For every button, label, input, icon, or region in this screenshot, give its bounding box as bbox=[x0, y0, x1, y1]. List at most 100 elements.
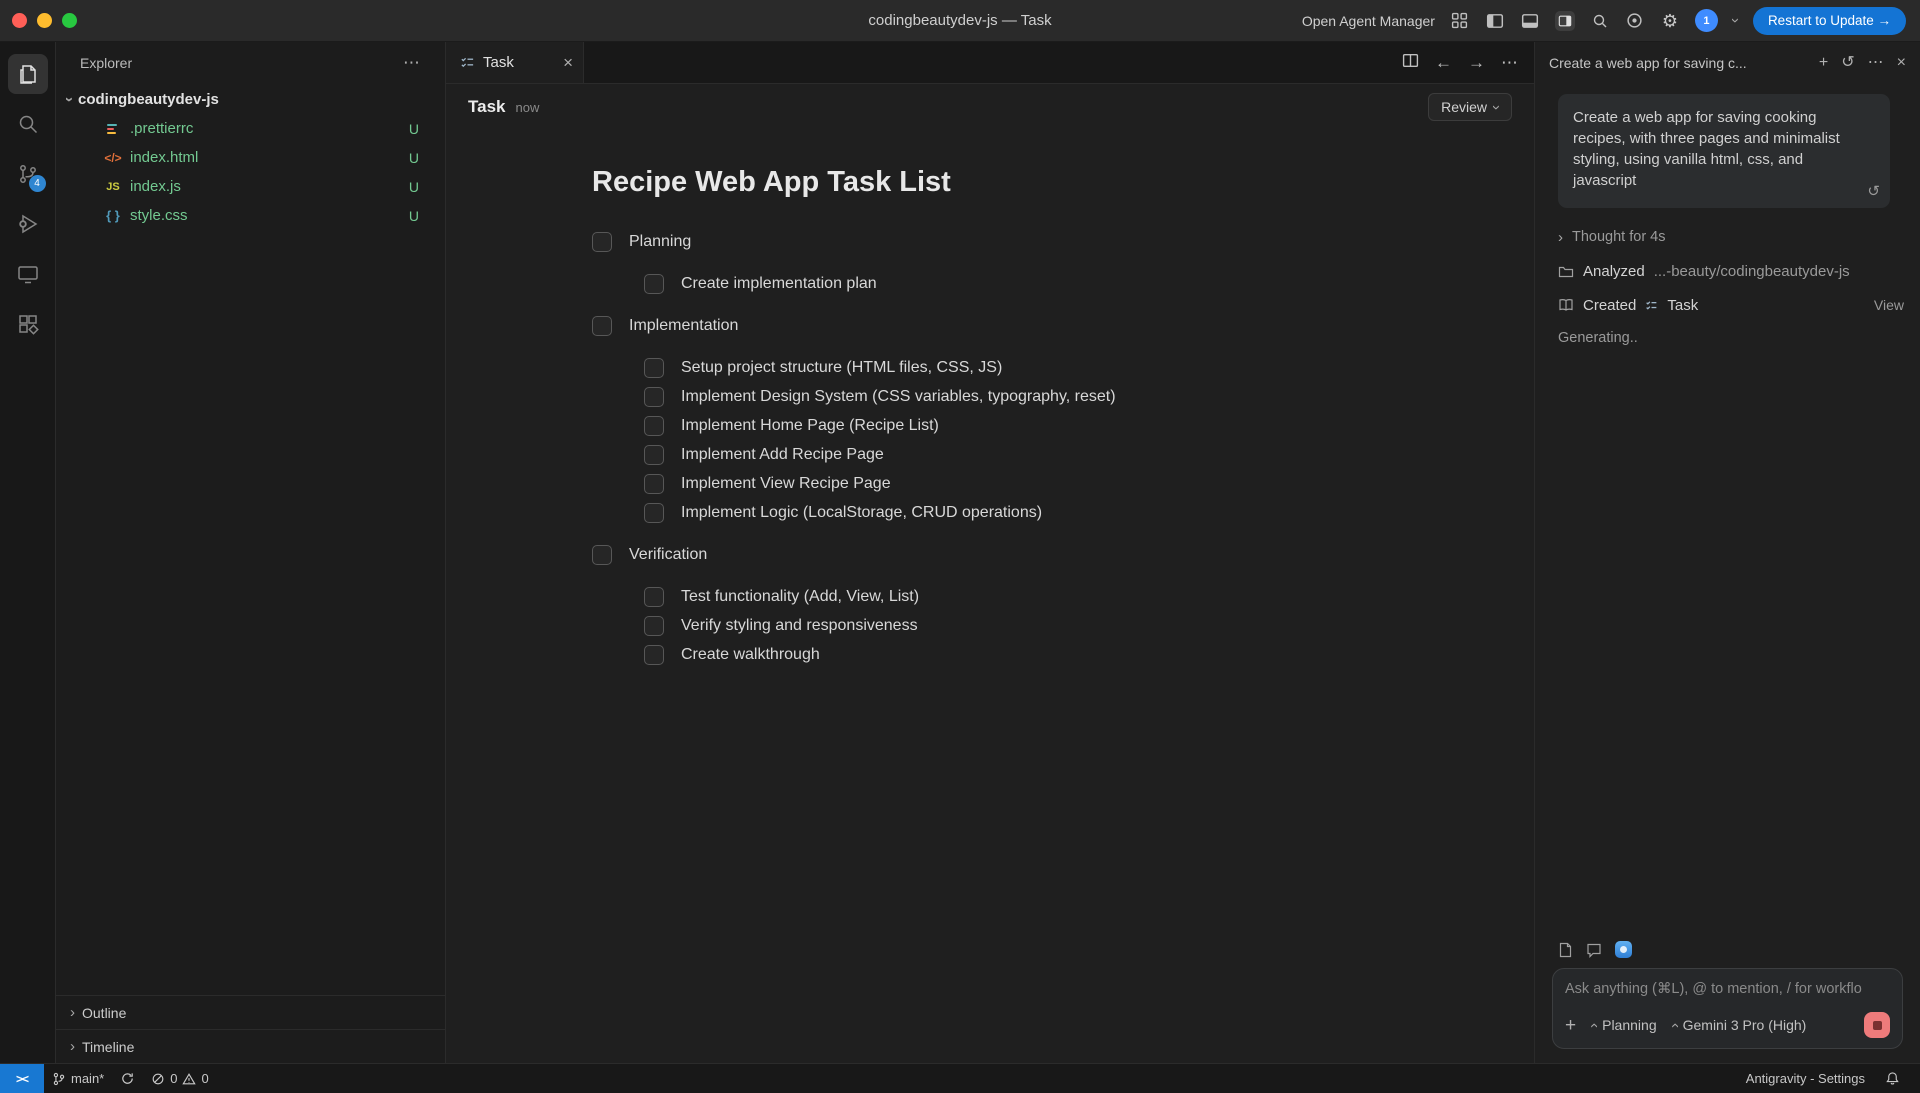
toggle-left-sidebar-icon[interactable] bbox=[1485, 11, 1505, 31]
tree-root-folder[interactable]: › codingbeautydev-js bbox=[56, 84, 445, 114]
analyzed-row[interactable]: Analyzed ...-beauty/codingbeautydev-js bbox=[1535, 256, 1920, 286]
antigravity-settings-item[interactable]: Antigravity - Settings bbox=[1738, 1071, 1873, 1086]
checkbox[interactable] bbox=[592, 545, 612, 565]
checkbox[interactable] bbox=[644, 645, 664, 665]
account-chevron-down-icon[interactable]: › bbox=[1728, 18, 1743, 23]
file-row[interactable]: </> index.html U bbox=[56, 143, 445, 172]
review-button[interactable]: Review › bbox=[1428, 93, 1512, 121]
main-area: 4 Explorer bbox=[0, 42, 1920, 1063]
model-label: Gemini 3 Pro (High) bbox=[1683, 1017, 1807, 1033]
file-row[interactable]: { } style.css U bbox=[56, 201, 445, 230]
remote-explorer-icon[interactable] bbox=[8, 254, 48, 294]
open-agent-manager-button[interactable]: Open Agent Manager bbox=[1302, 13, 1435, 29]
git-branch-item[interactable]: main* bbox=[44, 1064, 112, 1093]
checkbox[interactable] bbox=[644, 387, 664, 407]
activity-bar: 4 bbox=[0, 42, 56, 1063]
source-control-icon[interactable]: 4 bbox=[8, 154, 48, 194]
remote-indicator-icon[interactable]: >< bbox=[0, 1064, 44, 1093]
checkbox[interactable] bbox=[644, 445, 664, 465]
file-tree: › codingbeautydev-js .prettierrc U bbox=[56, 84, 445, 995]
checkbox[interactable] bbox=[592, 316, 612, 336]
account-avatar[interactable]: 1 bbox=[1695, 9, 1718, 32]
search-sidebar-icon[interactable] bbox=[8, 104, 48, 144]
split-editor-icon[interactable] bbox=[1402, 52, 1419, 74]
file-row[interactable]: .prettierrc U bbox=[56, 114, 445, 143]
checkbox[interactable] bbox=[644, 587, 664, 607]
copilot-icon[interactable] bbox=[1625, 11, 1645, 31]
file-name: index.js bbox=[130, 178, 181, 195]
problems-item[interactable]: 0 0 bbox=[143, 1064, 216, 1093]
close-panel-icon[interactable]: × bbox=[1897, 55, 1906, 71]
checkbox[interactable] bbox=[644, 503, 664, 523]
sync-item[interactable] bbox=[112, 1064, 143, 1093]
minimize-window-button[interactable] bbox=[37, 13, 52, 28]
checkbox[interactable] bbox=[644, 358, 664, 378]
composer-tools bbox=[1535, 941, 1920, 968]
mode-selector[interactable]: › Planning bbox=[1591, 1017, 1657, 1033]
panel-spacer bbox=[1535, 346, 1920, 941]
timeline-section[interactable]: › Timeline bbox=[56, 1029, 445, 1063]
model-selector[interactable]: › Gemini 3 Pro (High) bbox=[1672, 1017, 1807, 1033]
notifications-bell-icon[interactable] bbox=[1877, 1071, 1908, 1086]
undo-icon[interactable]: ↺ bbox=[1867, 182, 1880, 200]
task-item: Create walkthrough bbox=[592, 640, 1494, 669]
file-icon[interactable] bbox=[1558, 942, 1573, 958]
add-context-icon[interactable]: + bbox=[1565, 1016, 1576, 1035]
agent-manager-grid-icon[interactable] bbox=[1450, 11, 1470, 31]
task-item: Implement Design System (CSS variables, … bbox=[592, 382, 1494, 411]
forward-icon[interactable]: → bbox=[1468, 53, 1485, 73]
task-label: Verify styling and responsiveness bbox=[681, 617, 918, 635]
toggle-right-sidebar-icon[interactable] bbox=[1555, 11, 1575, 31]
mode-label: Planning bbox=[1602, 1017, 1657, 1033]
css-icon: { } bbox=[103, 208, 123, 223]
tab-task[interactable]: Task × bbox=[446, 42, 584, 83]
maximize-window-button[interactable] bbox=[62, 13, 77, 28]
timeline-label: Timeline bbox=[82, 1039, 134, 1055]
branch-label: main* bbox=[71, 1071, 104, 1086]
back-icon[interactable]: ← bbox=[1435, 53, 1452, 73]
history-icon[interactable]: ↺ bbox=[1841, 55, 1854, 71]
stop-button[interactable] bbox=[1864, 1012, 1890, 1038]
thought-row[interactable]: › Thought for 4s bbox=[1535, 222, 1920, 252]
explorer-icon[interactable] bbox=[8, 54, 48, 94]
checkbox[interactable] bbox=[644, 616, 664, 636]
git-status-badge: U bbox=[409, 179, 419, 195]
new-conversation-icon[interactable]: + bbox=[1819, 55, 1828, 71]
editor-tab-bar: Task × ← → ⋯ bbox=[446, 42, 1534, 84]
checkbox[interactable] bbox=[644, 274, 664, 294]
task-item: Verify styling and responsiveness bbox=[592, 611, 1494, 640]
created-row[interactable]: Created Task View bbox=[1535, 290, 1920, 320]
view-link[interactable]: View bbox=[1874, 297, 1904, 313]
run-debug-icon[interactable] bbox=[8, 204, 48, 244]
search-icon[interactable] bbox=[1590, 11, 1610, 31]
settings-gear-icon[interactable]: ⚙ bbox=[1660, 11, 1680, 31]
task-label: Create walkthrough bbox=[681, 646, 820, 664]
user-message-card: Create a web app for saving cooking reci… bbox=[1558, 94, 1890, 208]
more-actions-icon[interactable]: ⋯ bbox=[1501, 53, 1518, 73]
explorer-sidebar: Explorer ⋯ › codingbeautydev-js bbox=[56, 42, 446, 1063]
toggle-panel-icon[interactable] bbox=[1520, 11, 1540, 31]
close-window-button[interactable] bbox=[12, 13, 27, 28]
checkbox[interactable] bbox=[644, 416, 664, 436]
branch-icon bbox=[52, 1072, 66, 1086]
outline-section[interactable]: › Outline bbox=[56, 995, 445, 1029]
checkbox[interactable] bbox=[644, 474, 664, 494]
tab-close-icon[interactable]: × bbox=[563, 53, 573, 73]
restart-to-update-button[interactable]: Restart to Update → bbox=[1753, 7, 1906, 35]
more-options-icon[interactable]: ⋯ bbox=[1868, 55, 1884, 71]
outline-label: Outline bbox=[82, 1005, 126, 1021]
browser-icon[interactable] bbox=[1615, 941, 1632, 958]
editor-group: Task × ← → ⋯ Task now bbox=[446, 42, 1534, 1063]
task-item: Verification bbox=[592, 540, 1494, 569]
errors-icon bbox=[151, 1072, 165, 1086]
file-row[interactable]: JS index.js U bbox=[56, 172, 445, 201]
comment-icon[interactable] bbox=[1586, 942, 1602, 958]
analyzed-label: Analyzed bbox=[1583, 263, 1645, 280]
chevron-down-icon: › bbox=[1489, 105, 1504, 110]
extensions-icon[interactable] bbox=[8, 304, 48, 344]
checkbox[interactable] bbox=[592, 232, 612, 252]
sidebar-more-icon[interactable]: ⋯ bbox=[403, 53, 421, 73]
task-label: Test functionality (Add, View, List) bbox=[681, 588, 919, 606]
task-item: Test functionality (Add, View, List) bbox=[592, 582, 1494, 611]
chat-input[interactable] bbox=[1565, 981, 1890, 997]
